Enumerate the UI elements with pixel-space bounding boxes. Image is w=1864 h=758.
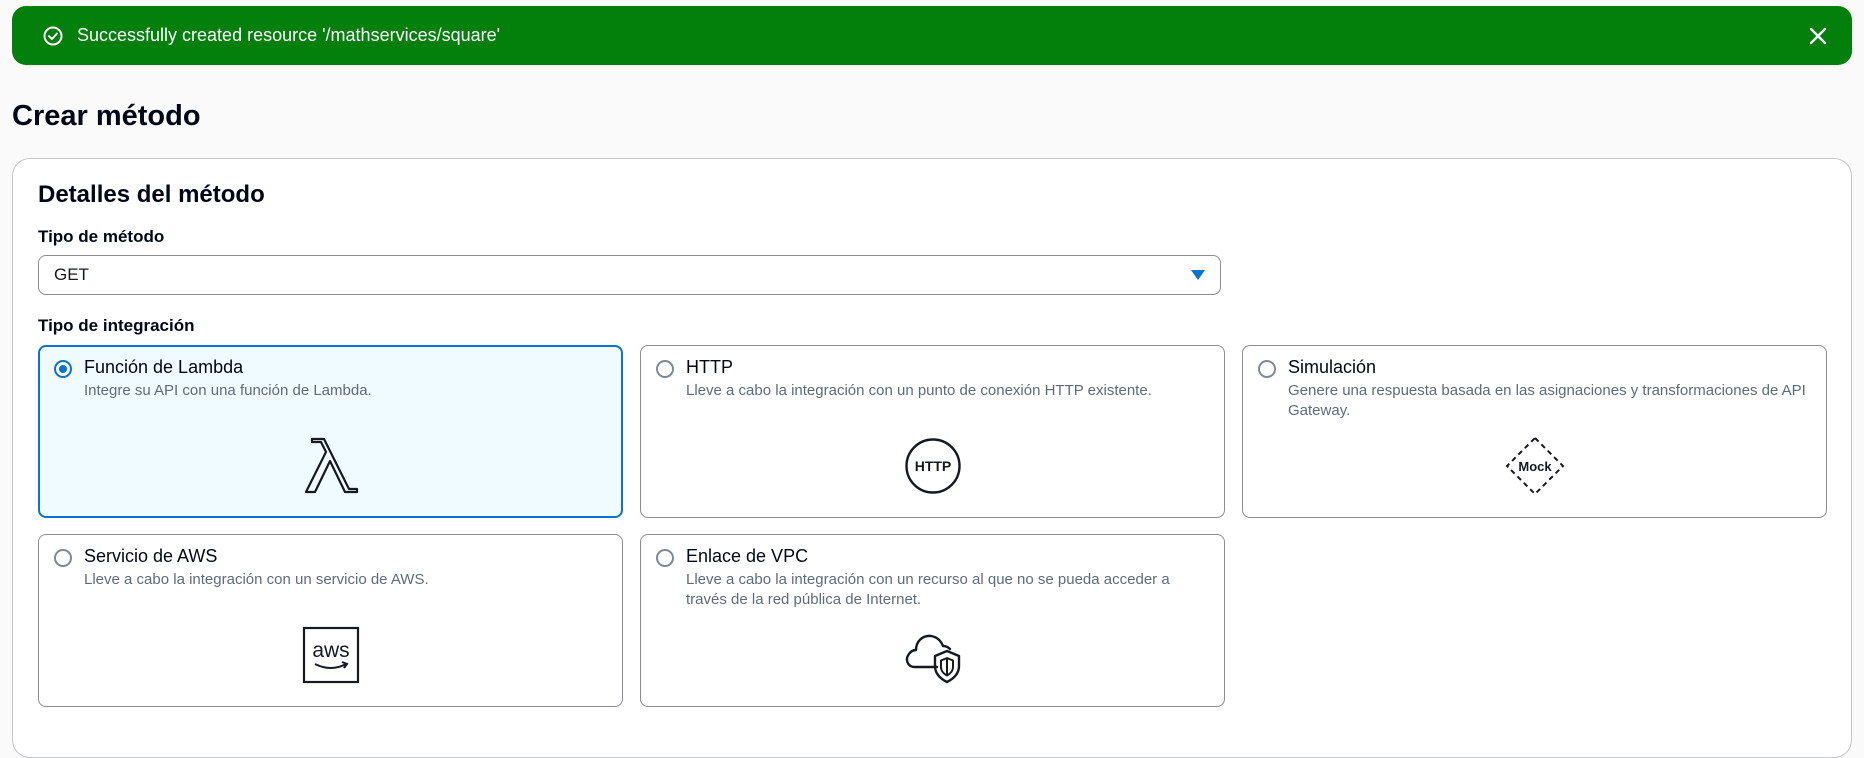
option-description: Integre su API con una función de Lambda… <box>84 382 372 399</box>
integration-option-mock[interactable]: Simulación Genere una respuesta basada e… <box>1242 345 1827 518</box>
section-title: Detalles del método <box>38 181 265 208</box>
lambda-icon <box>301 435 361 495</box>
radio-aws-service[interactable] <box>54 549 72 567</box>
integration-option-http[interactable]: HTTP Lleve a cabo la integración con un … <box>640 345 1225 518</box>
close-icon[interactable] <box>1806 24 1830 48</box>
http-icon-text: HTTP <box>914 458 951 474</box>
check-circle-icon <box>42 25 64 47</box>
option-title: Función de Lambda <box>84 357 244 377</box>
mock-icon-text: Mock <box>1518 459 1552 474</box>
success-flash-banner: Successfully created resource '/mathserv… <box>12 6 1852 65</box>
page-title: Crear método <box>12 100 201 132</box>
cloud-shield-icon <box>903 627 963 687</box>
option-title: Servicio de AWS <box>84 546 218 566</box>
option-description: Lleve a cabo la integración con un recur… <box>686 571 1170 608</box>
mock-icon: Mock <box>1505 436 1565 496</box>
method-type-label: Tipo de método <box>38 227 165 246</box>
flash-message: Successfully created resource '/mathserv… <box>77 25 501 45</box>
option-title: Enlace de VPC <box>686 546 809 566</box>
integration-option-aws-service[interactable]: Servicio de AWS Lleve a cabo la integrac… <box>38 534 623 707</box>
option-description: Genere una respuesta basada en las asign… <box>1288 382 1806 419</box>
option-title: Simulación <box>1288 357 1377 377</box>
option-title: HTTP <box>686 357 733 377</box>
aws-icon: aws <box>301 625 361 685</box>
option-description: Lleve a cabo la integración con un punto… <box>686 382 1152 399</box>
aws-icon-text: aws <box>312 639 349 662</box>
integration-option-vpc-link[interactable]: Enlace de VPC Lleve a cabo la integració… <box>640 534 1225 707</box>
integration-type-label: Tipo de integración <box>38 316 195 335</box>
method-type-select[interactable]: GET <box>38 255 1221 295</box>
integration-option-lambda[interactable]: Función de Lambda Integre su API con una… <box>38 345 623 518</box>
radio-vpc-link[interactable] <box>656 549 674 567</box>
radio-http[interactable] <box>656 360 674 378</box>
option-description: Lleve a cabo la integración con un servi… <box>84 571 429 588</box>
caret-down-icon <box>1191 270 1205 280</box>
radio-mock[interactable] <box>1258 360 1276 378</box>
method-type-value: GET <box>54 265 89 284</box>
radio-lambda[interactable] <box>54 360 72 378</box>
http-icon: HTTP <box>903 436 963 496</box>
method-details-container: Detalles del método Tipo de método GET T… <box>12 158 1852 758</box>
